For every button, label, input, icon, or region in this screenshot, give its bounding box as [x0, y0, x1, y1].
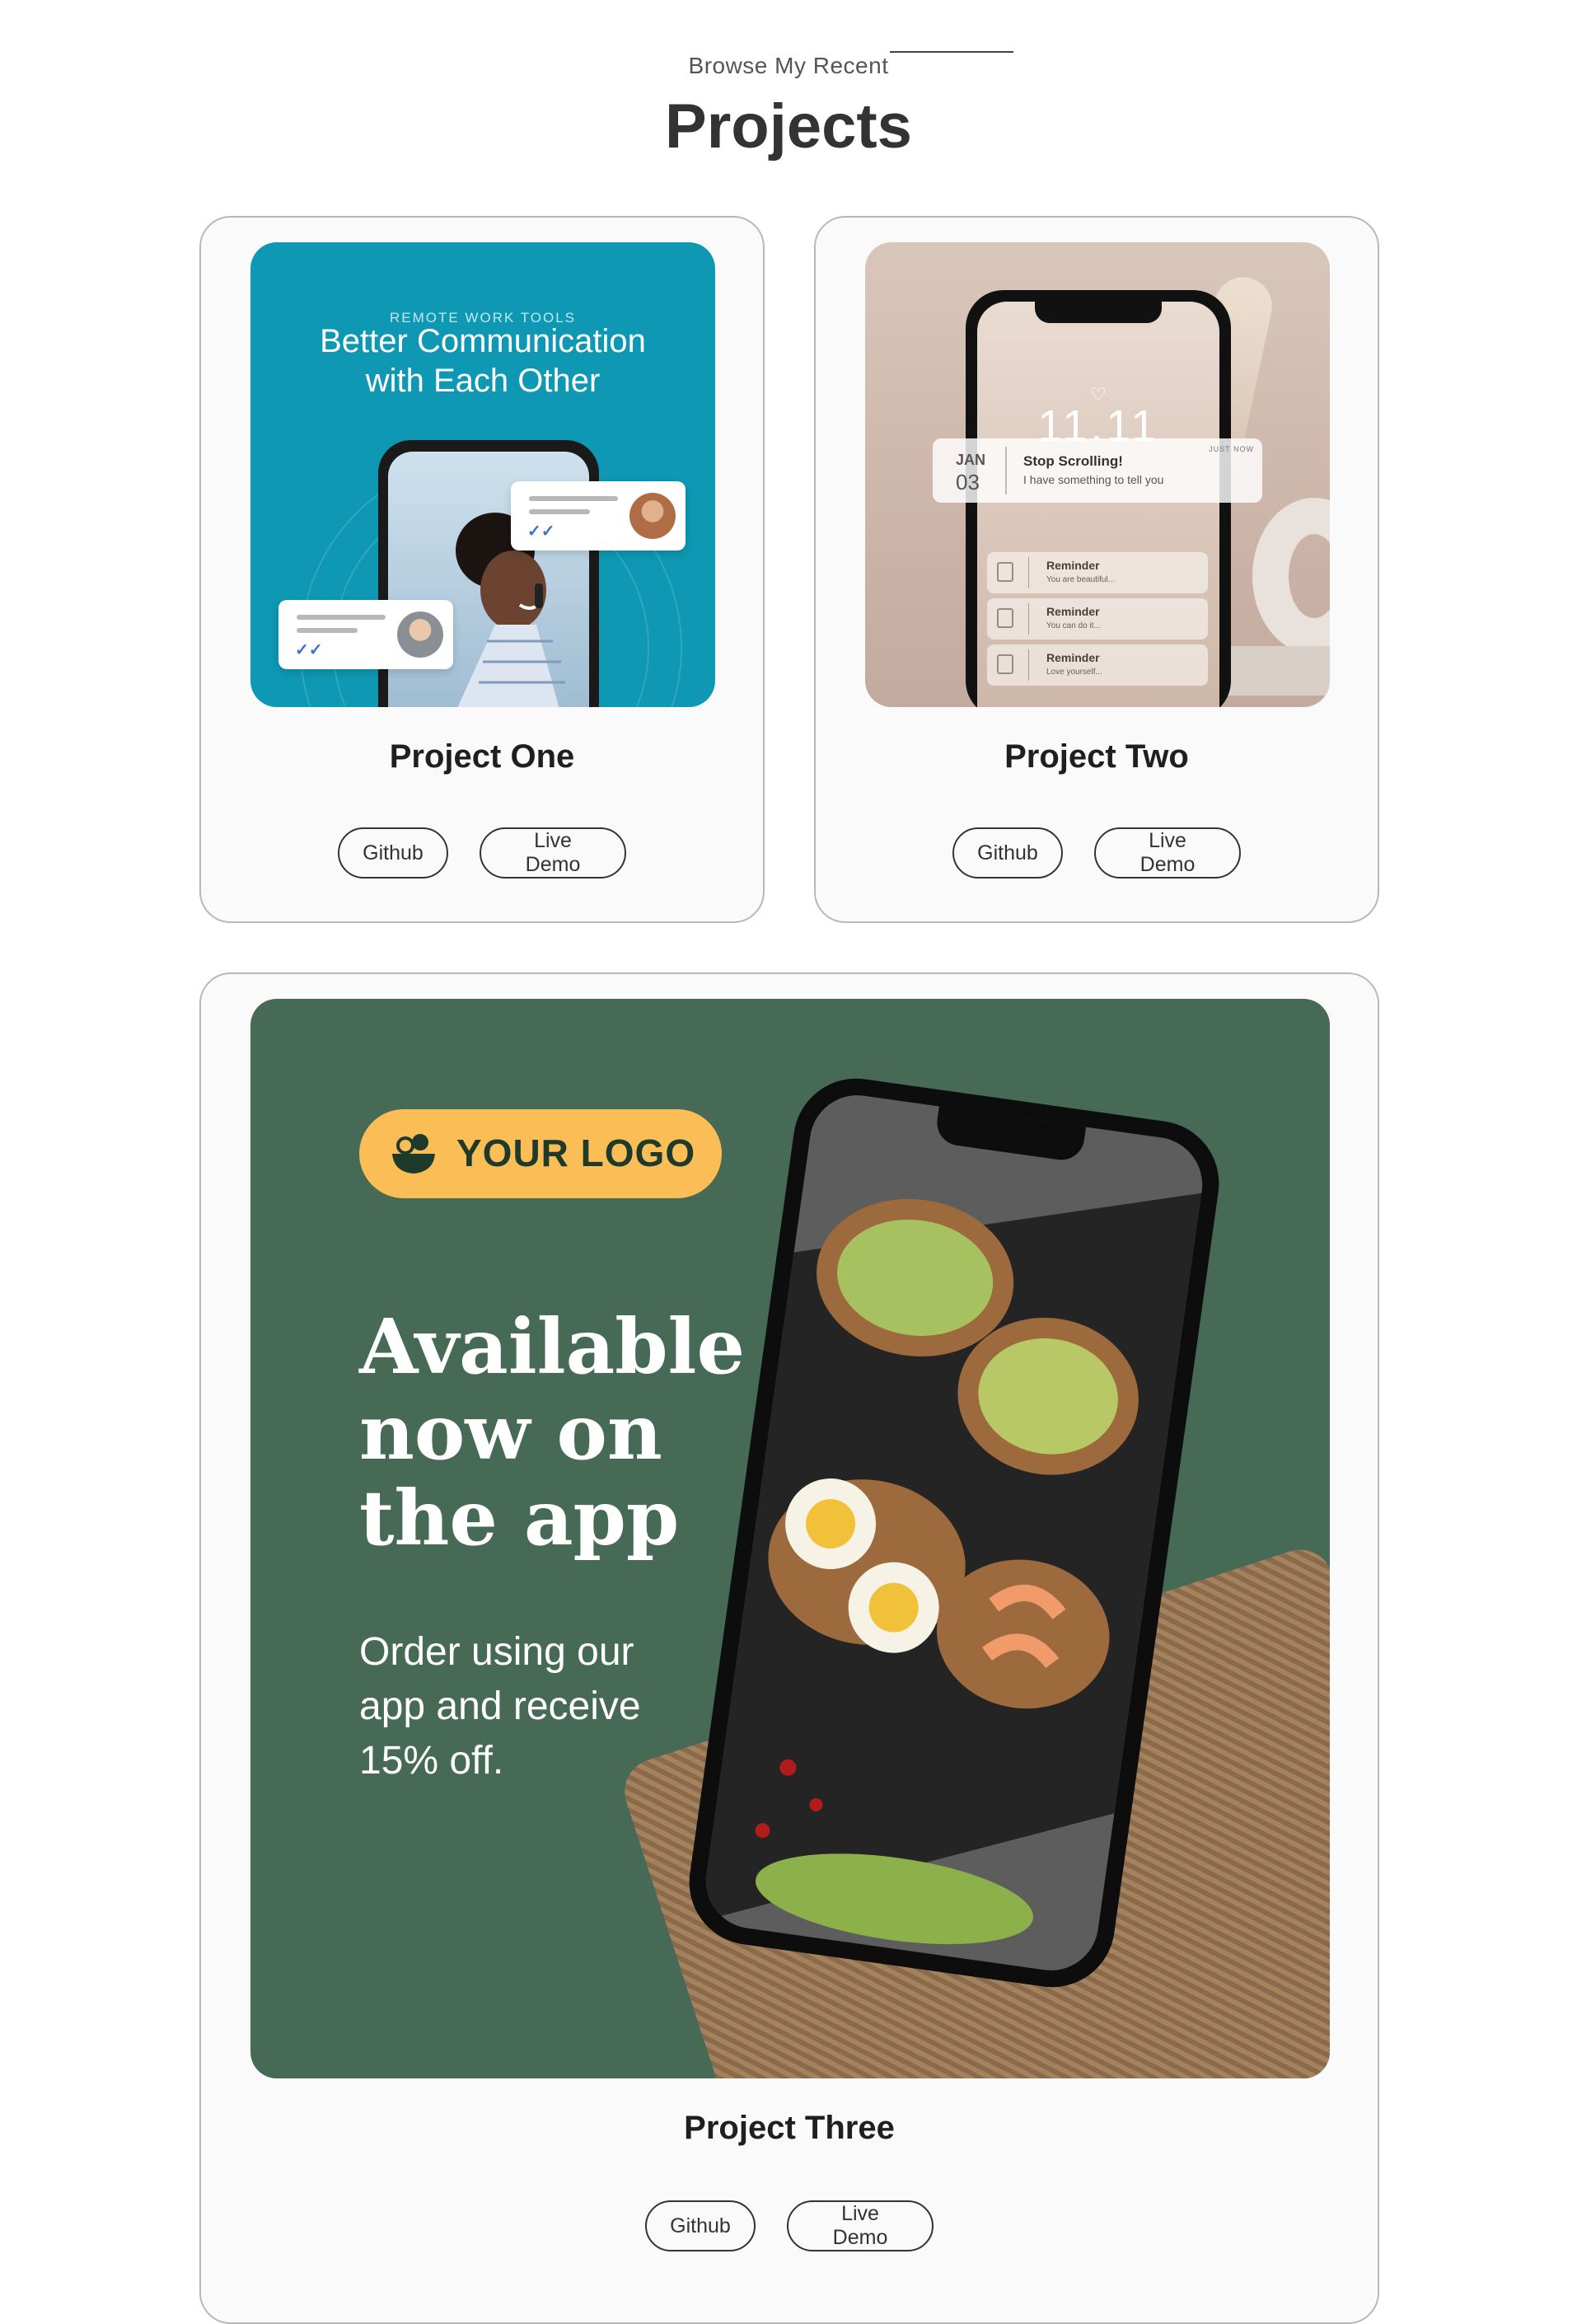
project-three-thumbnail: YOUR LOGO Available now on the app Order…: [250, 999, 1330, 2078]
bowl-logo-icon: [392, 1134, 435, 1174]
reminder-title: Reminder: [1046, 605, 1100, 618]
headline-line: now on: [359, 1388, 662, 1477]
calendar-icon: [997, 654, 1013, 674]
notification-title: Stop Scrolling!: [1023, 453, 1123, 469]
chat-bubble: ✓✓: [511, 481, 686, 551]
project-card-three: YOUR LOGO Available now on the app Order…: [199, 972, 1379, 2324]
chat-line: [529, 496, 618, 501]
decor-books: [1228, 646, 1330, 696]
read-check-icon: ✓✓: [295, 641, 323, 659]
chat-line: [529, 509, 590, 514]
project-card-two: ♡ 11.11 JAN 03 Stop Scrolling! I have so…: [814, 216, 1379, 923]
chat-line: [297, 615, 386, 620]
logo-badge: YOUR LOGO: [359, 1109, 722, 1198]
chat-line: [297, 628, 358, 633]
project-title: Project Two: [1004, 738, 1189, 775]
project-card-one: REMOTE WORK TOOLS Better Communication w…: [199, 216, 765, 923]
reminder-title: Reminder: [1046, 559, 1100, 572]
divider: [1005, 447, 1007, 494]
avatar: [397, 611, 443, 658]
project-title: Project Three: [684, 2110, 895, 2146]
notification-time: JUST NOW: [1209, 445, 1254, 453]
project-one-thumbnail: REMOTE WORK TOOLS Better Communication w…: [250, 242, 715, 707]
live-demo-button[interactable]: Live Demo: [787, 2200, 934, 2251]
thumb-headline: Available now on the app: [359, 1302, 746, 1563]
reminder-text: You can do it...: [1046, 621, 1101, 630]
notification-day: 03: [956, 470, 980, 494]
reminder-text: Love yourself...: [1046, 668, 1102, 677]
subtitle-divider: [890, 51, 1013, 53]
project-title: Project One: [389, 738, 575, 775]
read-check-icon: ✓✓: [527, 522, 555, 541]
projects-header: Browse My Recent Projects: [0, 0, 1577, 198]
chat-bubble: ✓✓: [278, 600, 453, 669]
headline-line: the app: [359, 1474, 680, 1563]
project-actions: Github Live Demo: [201, 827, 763, 879]
notification-card: JAN 03 Stop Scrolling! I have something …: [933, 438, 1262, 503]
notification-body: I have something to tell you: [1023, 473, 1164, 486]
headline-line: Better Communication: [320, 323, 646, 359]
divider: [1028, 603, 1029, 635]
github-button[interactable]: Github: [952, 827, 1063, 879]
notification-month: JAN: [956, 452, 986, 468]
calendar-icon: [997, 562, 1013, 582]
divider: [1028, 557, 1029, 588]
live-demo-button[interactable]: Live Demo: [1094, 827, 1241, 879]
reminder-title: Reminder: [1046, 651, 1100, 664]
section-subtitle: Browse My Recent: [688, 53, 889, 78]
headline-line: with Each Other: [365, 363, 601, 399]
headline-line: Available: [359, 1302, 746, 1391]
decor-vase: [1252, 498, 1330, 654]
divider: [1028, 649, 1029, 681]
github-button[interactable]: Github: [645, 2200, 756, 2251]
reminder-item: Reminder Love yourself...: [987, 644, 1208, 686]
project-actions: Github Live Demo: [201, 2200, 1378, 2251]
body-line: app and receive: [359, 1684, 641, 1728]
calendar-icon: [997, 608, 1013, 628]
live-demo-button[interactable]: Live Demo: [480, 827, 626, 879]
reminder-text: You are beautiful...: [1046, 575, 1116, 584]
body-line: Order using our: [359, 1630, 634, 1674]
body-line: 15% off.: [359, 1739, 504, 1783]
project-actions: Github Live Demo: [816, 827, 1378, 879]
avatar: [629, 493, 676, 539]
thumb-body: Order using our app and receive 15% off.: [359, 1625, 705, 1788]
section-title: Projects: [665, 91, 912, 162]
project-two-thumbnail: ♡ 11.11 JAN 03 Stop Scrolling! I have so…: [865, 242, 1330, 707]
reminder-item: Reminder You can do it...: [987, 598, 1208, 640]
logo-text: YOUR LOGO: [456, 1132, 696, 1174]
reminder-item: Reminder You are beautiful...: [987, 552, 1208, 593]
github-button[interactable]: Github: [338, 827, 448, 879]
phone-notch: [1035, 302, 1162, 323]
thumb-headline: Better Communication with Each Other: [250, 321, 715, 401]
